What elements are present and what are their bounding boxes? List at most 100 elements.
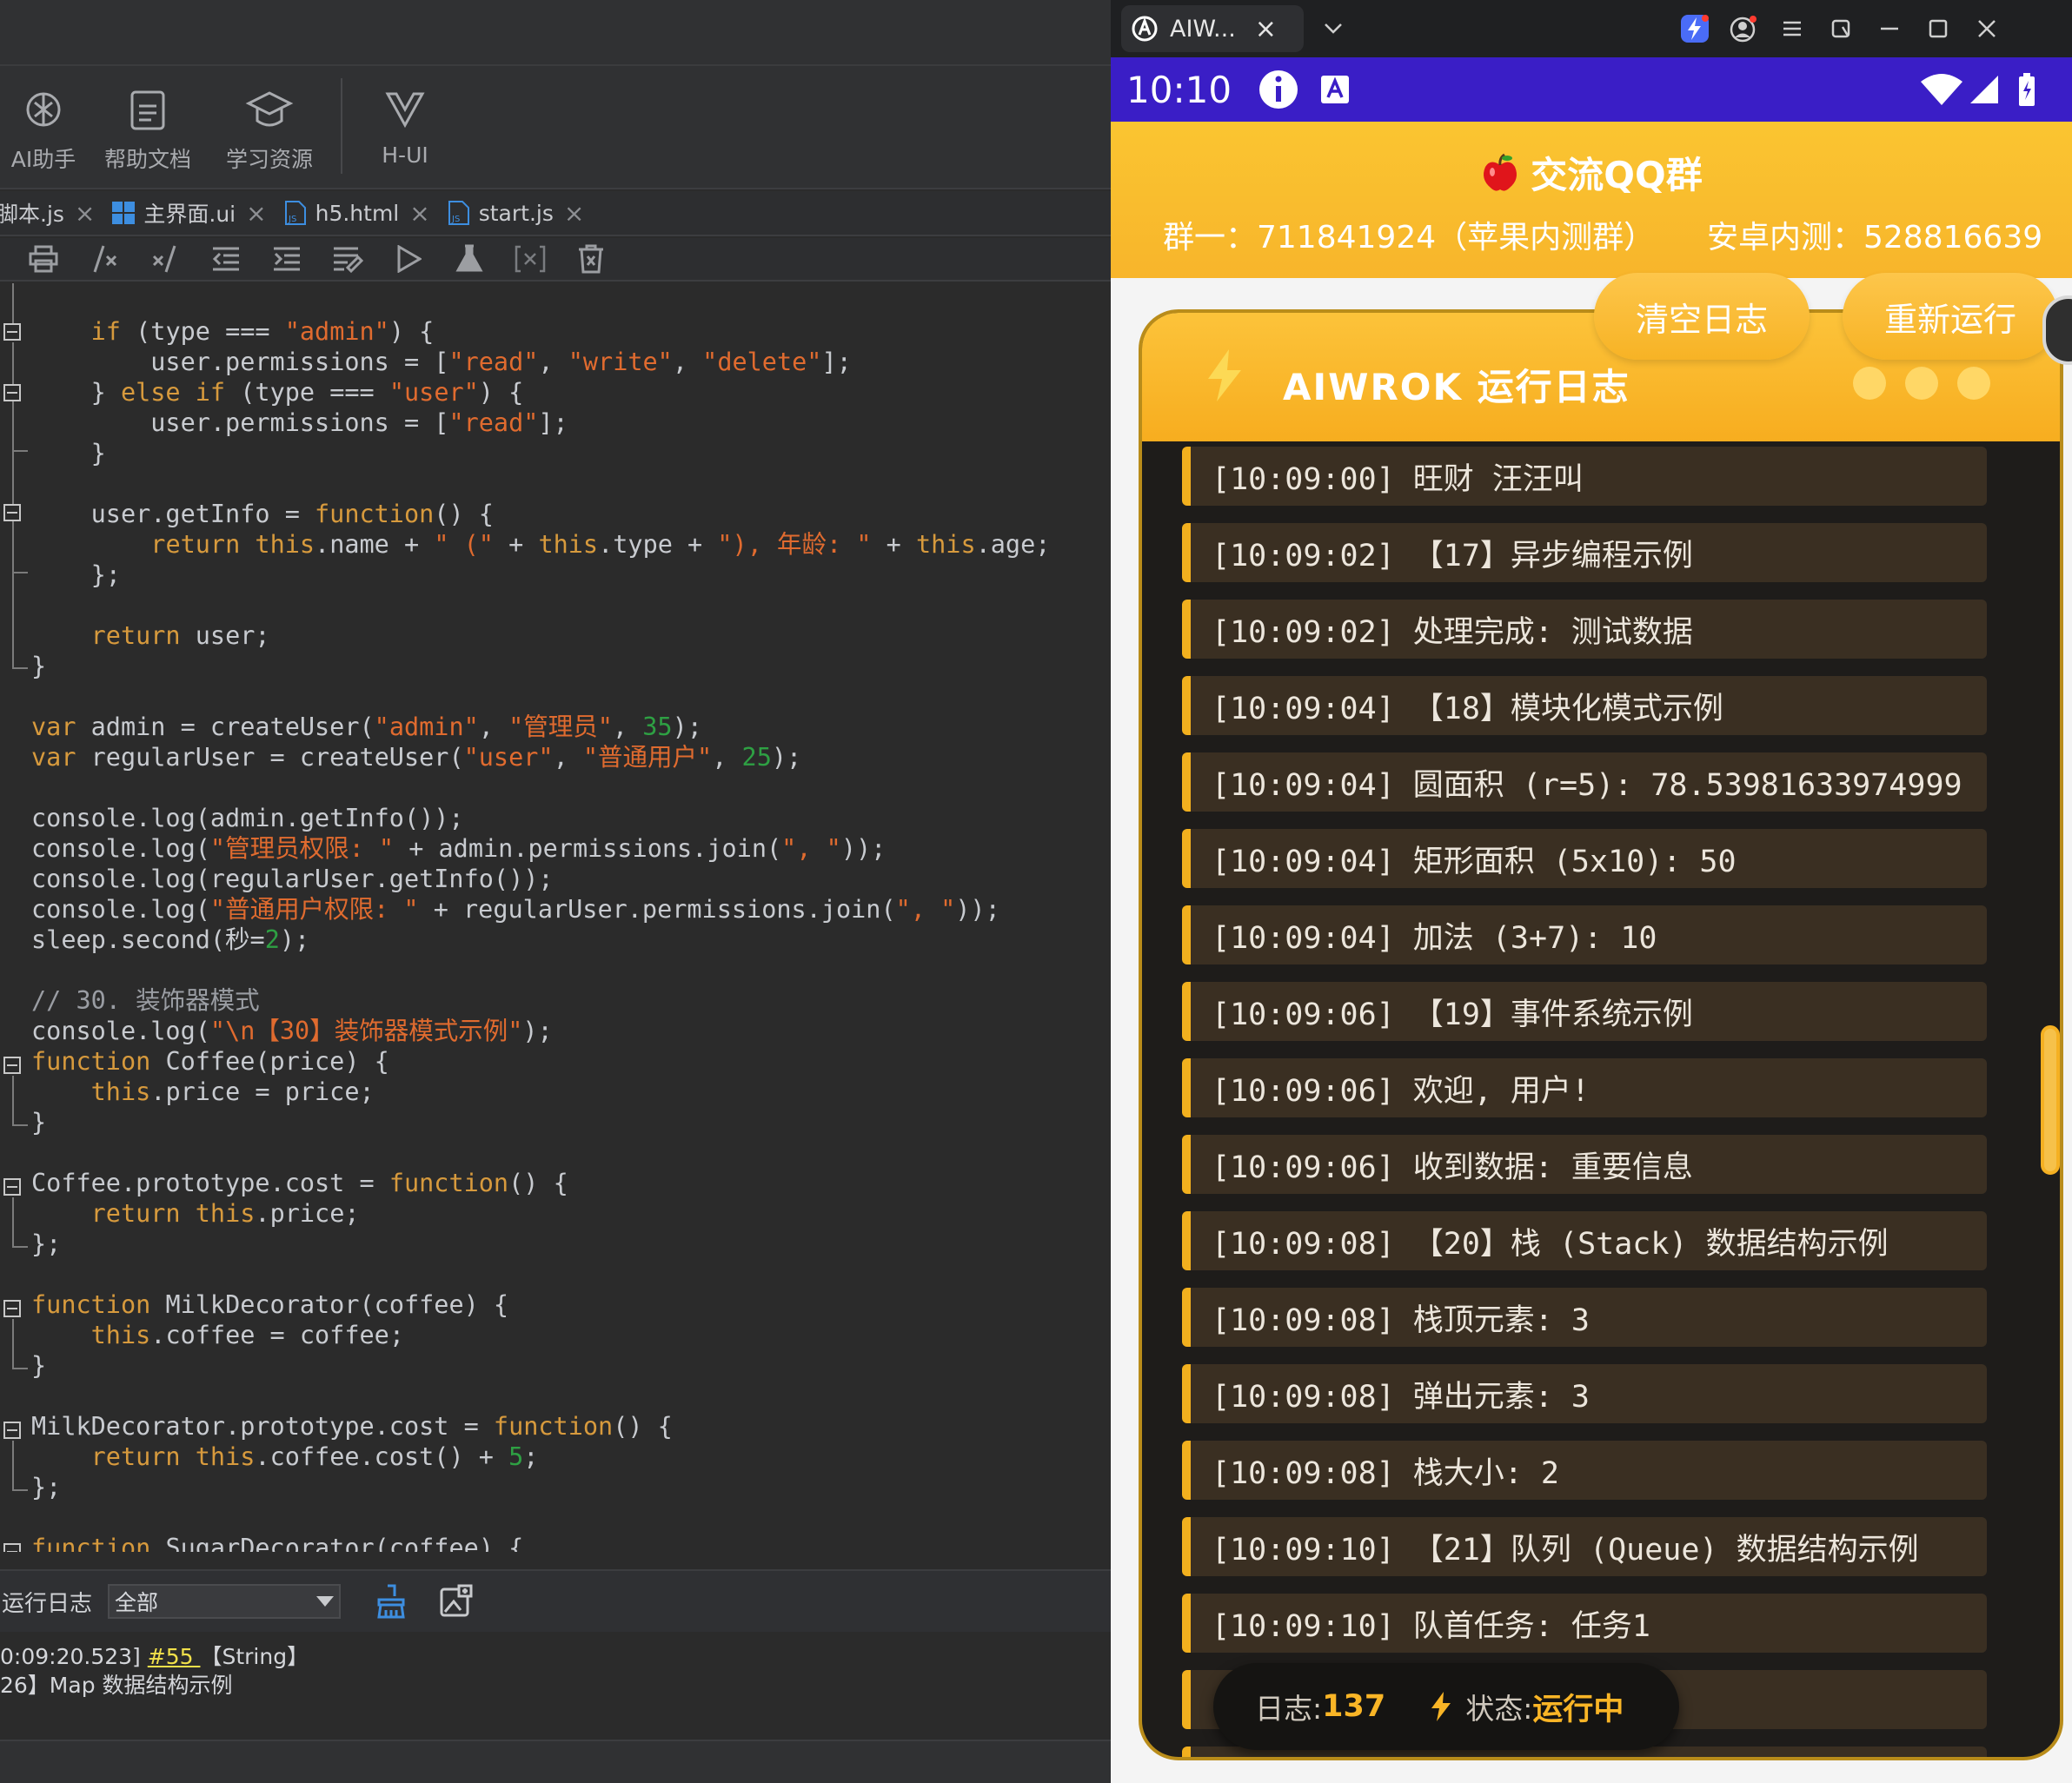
log-panel: AIWROK 运行日志 [10:09:00] 旺财 汪汪叫 [10:09:02] … (1139, 309, 2063, 1760)
ui-grid-icon (110, 200, 136, 226)
fold-toggle[interactable] (3, 1057, 21, 1074)
h-ui-button[interactable]: H-UI (353, 66, 457, 189)
fold-line (12, 1197, 14, 1246)
qq-title: 交流QQ群 (1111, 146, 2072, 199)
comment-icon[interactable] (87, 242, 122, 276)
close-icon[interactable]: × (564, 199, 584, 228)
close-icon[interactable]: × (409, 199, 429, 228)
maximize-icon[interactable] (1914, 4, 1962, 53)
code-line: }; (31, 1473, 62, 1501)
close-icon[interactable]: × (1255, 14, 1277, 44)
close-window-icon[interactable] (1962, 4, 2011, 53)
keyboard-a-icon (1320, 75, 1350, 104)
variable-icon[interactable] (513, 242, 548, 276)
test-flask-icon[interactable] (452, 242, 487, 276)
code-line: } else if (type === "user") { (31, 378, 524, 407)
avatar[interactable] (2042, 295, 2072, 365)
outdent-icon[interactable] (209, 242, 243, 276)
uncomment-icon[interactable] (148, 242, 183, 276)
fold-toggle[interactable] (3, 1178, 21, 1196)
help-doc-icon (123, 85, 172, 134)
log-entry: [10:09:04] 【18】模块化模式示例 (1182, 676, 1987, 735)
learning-resource-icon (245, 85, 294, 134)
window-tab[interactable]: AIW... × (1121, 5, 1304, 52)
fold-end (12, 1368, 28, 1369)
code-line: console.log("\n【30】装饰器模式示例"); (31, 1017, 553, 1045)
log-entry: [10:09:02] 【17】异步编程示例 (1182, 523, 1987, 582)
code-line: } (31, 1351, 47, 1380)
window-dot (1853, 367, 1886, 400)
fold-toggle[interactable] (3, 1543, 21, 1552)
tab-h5-html[interactable]: JS h5.html × (276, 190, 439, 235)
learning-resource-button[interactable]: 学习资源 (209, 66, 330, 189)
log-entry: [10:09:06] 收到数据: 重要信息 (1182, 1135, 1987, 1194)
screenshot-icon[interactable] (438, 1584, 473, 1619)
h-ui-icon (381, 85, 429, 134)
format-icon[interactable] (330, 242, 365, 276)
info-icon (1258, 69, 1299, 110)
log-filter-select[interactable]: 全部 (108, 1584, 342, 1619)
screen: AI助手 帮助文档 学习资源 H-UI 脚本.js × 主界面.ui × JS … (0, 0, 2072, 1783)
chevron-down-icon[interactable] (1309, 4, 1358, 53)
code-line: // 30. 装饰器模式 (31, 986, 260, 1015)
ide-status-strip (0, 1740, 1111, 1783)
fold-gutter (0, 283, 30, 1552)
help-doc-button[interactable]: 帮助文档 (87, 66, 209, 189)
fold-toggle[interactable] (3, 504, 21, 521)
status-time: 10:10 (1126, 68, 1232, 111)
rerun-button[interactable]: 重新运行 (1843, 273, 2059, 360)
app-logo-icon (1132, 16, 1158, 42)
code-lines: if (type === "admin") { user.permissions… (31, 316, 1050, 1552)
window-tab-title: AIW... (1170, 15, 1236, 43)
code-line: return this.price; (90, 1199, 360, 1228)
run-log-bar: 运行日志 全部 (0, 1569, 1111, 1632)
code-line: this.price = price; (90, 1077, 375, 1106)
code-line: var admin = createUser("admin", "管理员", 3… (31, 713, 702, 741)
broom-icon[interactable] (374, 1584, 408, 1619)
run-icon[interactable] (391, 242, 426, 276)
close-icon[interactable]: × (246, 199, 266, 228)
scrollbar-thumb[interactable] (2041, 1025, 2060, 1175)
ide-toolbar: AI助手 帮助文档 学习资源 H-UI (0, 66, 1111, 189)
tab-main-ui[interactable]: 主界面.ui × (103, 190, 275, 235)
tab-script-js[interactable]: 脚本.js × (0, 190, 103, 235)
chevron-down-icon (316, 1596, 335, 1607)
log-link[interactable]: #55 (148, 1644, 201, 1669)
indent-icon[interactable] (269, 242, 304, 276)
print-icon[interactable] (26, 242, 61, 276)
clear-log-button[interactable]: 清空日志 (1594, 273, 1810, 360)
run-log-label: 运行日志 (2, 1590, 93, 1617)
minimize-icon[interactable] (1865, 4, 1914, 53)
ide-top-strip (0, 0, 1111, 66)
bolt-app-icon[interactable] (1670, 4, 1719, 53)
pin-window-icon[interactable] (1816, 4, 1865, 53)
fold-toggle[interactable] (3, 1300, 21, 1317)
fold-toggle[interactable] (3, 323, 21, 341)
code-line: console.log("管理员权限: " + admin.permission… (31, 834, 887, 863)
close-icon[interactable]: × (75, 199, 95, 228)
fold-toggle[interactable] (3, 1422, 21, 1439)
log-entry: [10:09:04] 加法 (3+7): 10 (1182, 905, 1987, 964)
ai-assistant-label: AI助手 (10, 147, 76, 172)
clear-icon[interactable] (574, 242, 608, 276)
log-entries[interactable]: [10:09:00] 旺财 汪汪叫 [10:09:02] 【17】异步编程示例 [1… (1142, 441, 2060, 1757)
code-editor[interactable]: if (type === "admin") { user.permissions… (0, 283, 1111, 1552)
fold-toggle[interactable] (3, 384, 21, 401)
tab-start-js[interactable]: JS start.js × (439, 190, 594, 235)
fold-end (12, 450, 28, 452)
code-line: } (31, 439, 106, 467)
log-entry: [10:09:06] 欢迎, 用户! (1182, 1058, 1987, 1117)
code-line: } (31, 1108, 47, 1137)
fold-end (12, 1246, 28, 1248)
account-icon[interactable] (1719, 4, 1768, 53)
fold-end (12, 1489, 28, 1491)
lightning-icon (1208, 349, 1241, 401)
menu-icon[interactable] (1768, 4, 1816, 53)
lightning-icon (1429, 1691, 1453, 1722)
fold-line (12, 283, 14, 323)
ai-assistant-button[interactable]: AI助手 (0, 66, 87, 189)
